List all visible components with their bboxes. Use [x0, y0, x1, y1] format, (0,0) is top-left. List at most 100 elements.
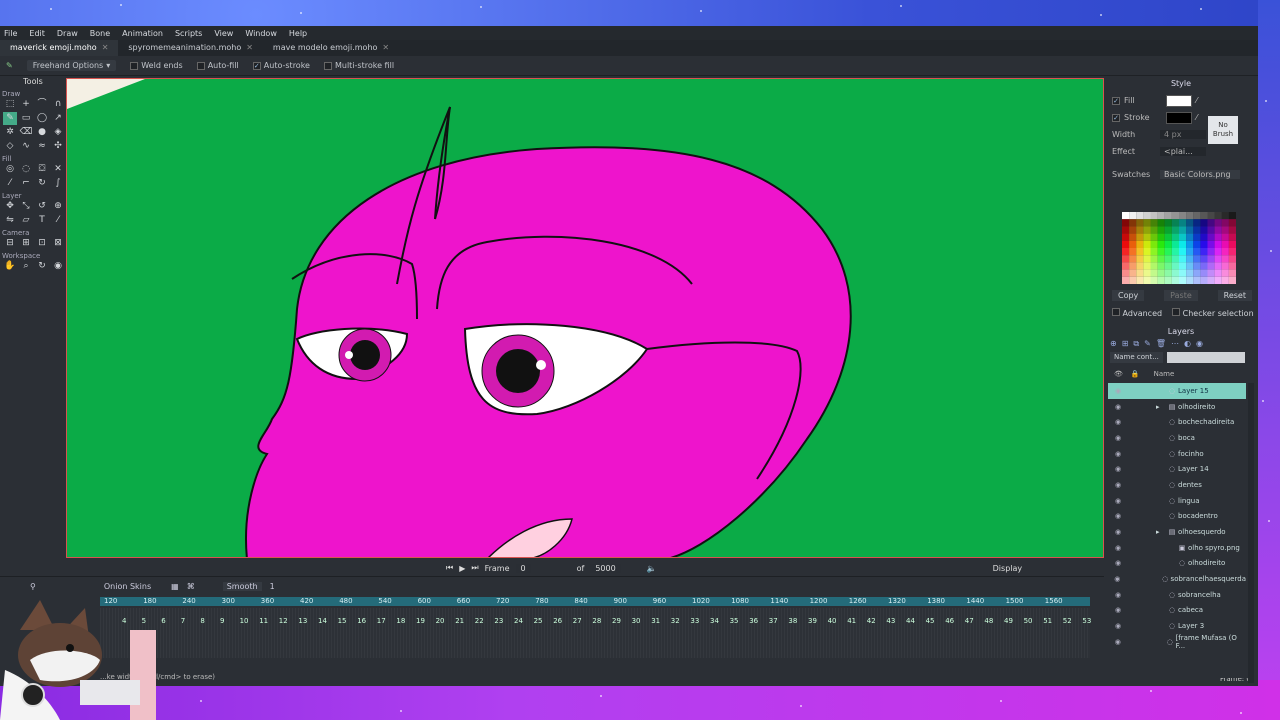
palette-swatch[interactable] — [1207, 262, 1215, 270]
palette-swatch[interactable] — [1207, 219, 1215, 227]
palette-swatch[interactable] — [1143, 262, 1151, 270]
palette-swatch[interactable] — [1150, 269, 1158, 277]
rotate-workspace-icon[interactable]: ↻ — [35, 260, 49, 273]
palette-swatch[interactable] — [1179, 255, 1187, 263]
swatches-select[interactable]: Basic Colors.png — [1160, 170, 1240, 179]
palette-swatch[interactable] — [1179, 262, 1187, 270]
palette-swatch[interactable] — [1179, 219, 1187, 227]
palette-swatch[interactable] — [1157, 212, 1165, 220]
palette-swatch[interactable] — [1143, 255, 1151, 263]
palette-swatch[interactable] — [1136, 240, 1144, 248]
palette-swatch[interactable] — [1122, 248, 1130, 256]
flip-layer-tool-icon[interactable]: ⇋ — [3, 214, 17, 227]
palette-swatch[interactable] — [1143, 276, 1151, 284]
palette-swatch[interactable] — [1157, 255, 1165, 263]
step-forward-icon[interactable]: ⏭ — [471, 563, 478, 573]
bend-tool-icon[interactable]: ∿ — [19, 140, 33, 153]
eraser-tool-icon[interactable]: ⌫ — [19, 126, 33, 139]
speaker-icon[interactable]: 🔈 — [647, 564, 657, 573]
palette-swatch[interactable] — [1164, 276, 1172, 284]
close-icon[interactable]: ✕ — [102, 40, 109, 56]
palette-swatch[interactable] — [1200, 262, 1208, 270]
palette-swatch[interactable] — [1157, 276, 1165, 284]
advanced-checkbox[interactable]: Advanced — [1112, 308, 1162, 318]
copy-button[interactable]: Copy — [1112, 290, 1145, 301]
eye-icon[interactable]: ◉ — [1112, 481, 1124, 489]
palette-swatch[interactable] — [1136, 248, 1144, 256]
weld-ends-checkbox[interactable]: Weld ends — [130, 61, 183, 70]
palette-swatch[interactable] — [1214, 219, 1222, 227]
fill-checkbox[interactable]: ✓ — [1112, 96, 1120, 105]
palette-swatch[interactable] — [1207, 212, 1215, 220]
palette-swatch[interactable] — [1200, 240, 1208, 248]
palette-swatch[interactable] — [1207, 233, 1215, 241]
grid-icon[interactable]: ▦ — [171, 582, 179, 591]
palette-swatch[interactable] — [1150, 233, 1158, 241]
palette-swatch[interactable] — [1200, 226, 1208, 234]
palette-swatch[interactable] — [1207, 226, 1215, 234]
expand-icon[interactable]: ▸ — [1156, 403, 1166, 411]
palette-swatch[interactable] — [1171, 276, 1179, 284]
palette-swatch[interactable] — [1221, 269, 1229, 277]
palette-swatch[interactable] — [1150, 240, 1158, 248]
new-group-icon[interactable]: ⊞ — [1122, 339, 1129, 349]
palette-swatch[interactable] — [1143, 226, 1151, 234]
rotate-layer-tool-icon[interactable]: ↺ — [35, 200, 49, 213]
eye-icon[interactable]: ◉ — [1112, 465, 1124, 473]
palette-swatch[interactable] — [1157, 248, 1165, 256]
palette-swatch[interactable] — [1228, 255, 1236, 263]
palette-swatch[interactable] — [1228, 219, 1236, 227]
color-palette[interactable] — [1122, 212, 1236, 284]
eye-icon[interactable]: ◉ — [1112, 622, 1124, 630]
palette-swatch[interactable] — [1143, 219, 1151, 227]
rectangle-tool-icon[interactable]: ▭ — [19, 112, 33, 125]
shape-tool-icon[interactable]: ◈ — [51, 126, 65, 139]
tab-document[interactable]: mave modelo emoji.moho ✕ — [263, 40, 399, 56]
palette-swatch[interactable] — [1186, 240, 1194, 248]
palette-swatch[interactable] — [1136, 212, 1144, 220]
layer-row[interactable]: ◉ ◌ bochechadireita — [1108, 414, 1246, 430]
palette-swatch[interactable] — [1143, 233, 1151, 241]
palette-swatch[interactable] — [1171, 212, 1179, 220]
eyedropper-tool-icon[interactable]: ⁄ — [51, 214, 65, 227]
layers-scrollbar[interactable] — [1248, 383, 1254, 683]
palette-swatch[interactable] — [1164, 240, 1172, 248]
palette-swatch[interactable] — [1207, 248, 1215, 256]
tab-document[interactable]: maverick emoji.moho ✕ — [0, 40, 119, 56]
palette-swatch[interactable] — [1157, 233, 1165, 241]
palette-swatch[interactable] — [1136, 233, 1144, 241]
palette-swatch[interactable] — [1136, 262, 1144, 270]
curvature-tool-icon[interactable]: ⌒ — [35, 98, 49, 111]
palette-swatch[interactable] — [1129, 233, 1137, 241]
palette-swatch[interactable] — [1157, 262, 1165, 270]
track-camera-icon[interactable]: ⊟ — [3, 237, 17, 250]
checker-selection-checkbox[interactable]: Checker selection — [1172, 308, 1254, 318]
new-layer-icon[interactable]: ⊕ — [1110, 339, 1117, 349]
palette-swatch[interactable] — [1164, 269, 1172, 277]
palette-swatch[interactable] — [1150, 219, 1158, 227]
palette-swatch[interactable] — [1157, 269, 1165, 277]
palette-swatch[interactable] — [1143, 269, 1151, 277]
palette-swatch[interactable] — [1171, 219, 1179, 227]
palette-swatch[interactable] — [1171, 240, 1179, 248]
palette-swatch[interactable] — [1193, 226, 1201, 234]
palette-swatch[interactable] — [1228, 262, 1236, 270]
tab-document[interactable]: spyromemeanimation.moho ✕ — [118, 40, 263, 56]
scale-layer-tool-icon[interactable]: ⤡ — [19, 200, 33, 213]
palette-swatch[interactable] — [1122, 262, 1130, 270]
palette-swatch[interactable] — [1179, 226, 1187, 234]
palette-swatch[interactable] — [1150, 262, 1158, 270]
paint-bucket-tool-icon[interactable]: ⛋ — [35, 163, 49, 176]
palette-swatch[interactable] — [1200, 233, 1208, 241]
palette-swatch[interactable] — [1186, 226, 1194, 234]
palette-swatch[interactable] — [1186, 233, 1194, 241]
menu-draw[interactable]: Draw — [57, 29, 78, 38]
palette-swatch[interactable] — [1164, 219, 1172, 227]
drawing-canvas[interactable] — [66, 78, 1104, 558]
eye-icon[interactable]: ◉ — [1112, 387, 1124, 395]
play-back-icon[interactable]: ⏮ — [446, 563, 453, 573]
interval-field[interactable]: 1 — [270, 582, 275, 591]
palette-swatch[interactable] — [1193, 233, 1201, 241]
palette-swatch[interactable] — [1129, 240, 1137, 248]
palette-swatch[interactable] — [1129, 262, 1137, 270]
